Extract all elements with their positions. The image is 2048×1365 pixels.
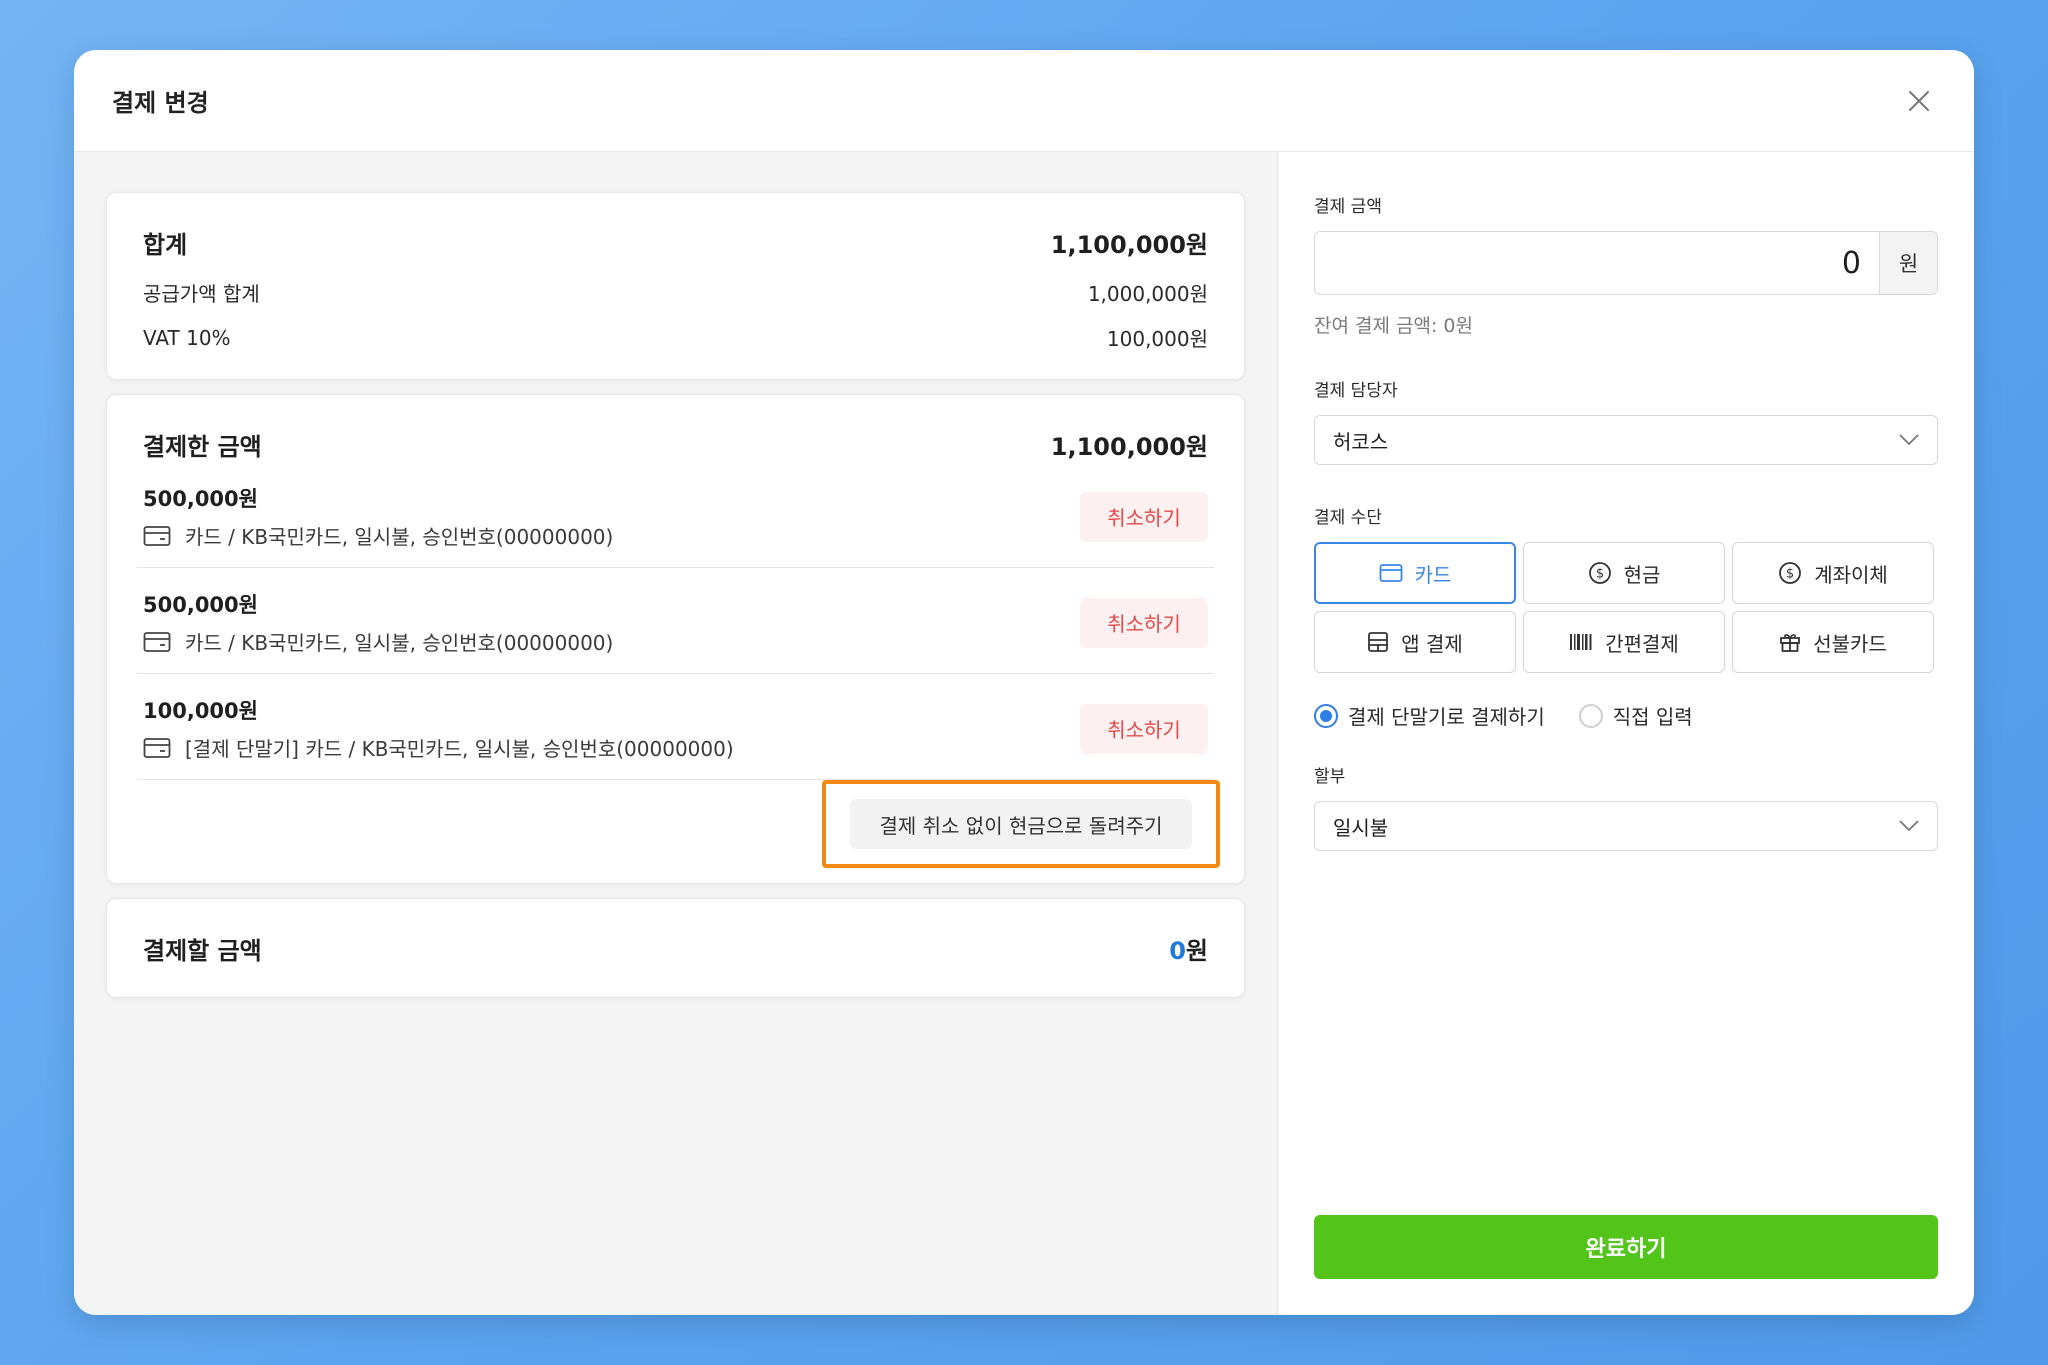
amount-field-group: 원 [1314, 231, 1938, 295]
modal-header: 결제 변경 [74, 50, 1974, 152]
paid-total: 1,100,000원 [1050, 433, 1208, 461]
paid-card: 결제한 금액 1,100,000원 500,000원 카드 / KB국민카드, … [106, 394, 1245, 884]
method-cash-button[interactable]: $ 현금 [1523, 542, 1725, 604]
payment-detail: 카드 / KB국민카드, 일시불, 승인번호(00000000) [185, 631, 614, 655]
cancel-payment-button[interactable]: 취소하기 [1080, 597, 1208, 648]
complete-button[interactable]: 완료하기 [1314, 1215, 1938, 1279]
payment-mode-radio-group: 결제 단말기로 결제하기 직접 입력 [1314, 701, 1938, 730]
manager-select[interactable]: 허코스 [1314, 415, 1938, 465]
radio-terminal[interactable] [1314, 703, 1338, 728]
method-app-button[interactable]: 앱 결제 [1314, 611, 1516, 673]
installment-select[interactable]: 일시불 [1314, 801, 1938, 851]
remaining-amount: 잔여 결제 금액: 0원 [1314, 315, 1473, 337]
payment-item: 500,000원 카드 / KB국민카드, 일시불, 승인번호(00000000… [137, 568, 1214, 674]
payment-item: 500,000원 카드 / KB국민카드, 일시불, 승인번호(00000000… [137, 462, 1214, 568]
chevron-down-icon [1899, 434, 1919, 446]
gift-icon [1780, 634, 1801, 652]
method-card-label: 카드 [1414, 562, 1452, 587]
dollar-icon: $ [1779, 562, 1802, 584]
method-cash-label: 현금 [1623, 562, 1661, 587]
app-icon [1368, 632, 1389, 652]
payment-amount: 500,000원 [143, 487, 258, 511]
payment-amount: 500,000원 [143, 593, 258, 617]
payment-item: 100,000원 [결제 단말기] 카드 / KB국민카드, 일시불, 승인번호… [137, 674, 1214, 780]
summary-total: 1,100,000원 [1050, 231, 1208, 259]
installment-label: 할부 [1314, 767, 1346, 787]
radio-terminal-label: 결제 단말기로 결제하기 [1348, 705, 1545, 729]
method-grid: 카드 $ 현금 $ 계좌이체 앱 결제 간편결제 선불카드 [1314, 542, 1938, 673]
method-easy-pay-label: 간편결제 [1605, 631, 1679, 656]
vat-label: VAT 10% [143, 325, 231, 350]
svg-text:$: $ [1595, 567, 1603, 582]
card-icon [143, 525, 171, 546]
amount-label: 결제 금액 [1314, 197, 1382, 217]
method-label: 결제 수단 [1314, 508, 1382, 528]
method-app-label: 앱 결제 [1401, 631, 1463, 656]
refund-cash-button[interactable]: 결제 취소 없이 현금으로 돌려주기 [850, 799, 1192, 849]
cancel-payment-button[interactable]: 취소하기 [1080, 491, 1208, 542]
manager-value: 허코스 [1333, 429, 1389, 454]
amount-input[interactable] [1315, 232, 1879, 294]
cancel-payment-button[interactable]: 취소하기 [1080, 703, 1208, 754]
right-panel: 결제 금액 원 잔여 결제 금액: 0원 결제 담당자 허코스 결제 수단 카드 [1278, 152, 1974, 1315]
summary-card: 합계 1,100,000원 공급가액 합계 1,000,000원 VAT 10%… [106, 192, 1245, 380]
card-icon [143, 737, 171, 758]
payment-detail: 카드 / KB국민카드, 일시불, 승인번호(00000000) [185, 525, 614, 549]
payment-detail: [결제 단말기] 카드 / KB국민카드, 일시불, 승인번호(00000000… [185, 737, 734, 761]
radio-manual[interactable] [1578, 703, 1603, 728]
due-card: 결제할 금액 0원 [106, 898, 1245, 998]
paid-title: 결제한 금액 [143, 433, 262, 461]
close-icon [1909, 90, 1929, 111]
method-transfer-button[interactable]: $ 계좌이체 [1732, 542, 1934, 604]
manager-label: 결제 담당자 [1314, 381, 1398, 401]
due-amount: 0원 [1169, 931, 1208, 966]
left-panel: 합계 1,100,000원 공급가액 합계 1,000,000원 VAT 10%… [74, 152, 1278, 1315]
due-amount-number: 0 [1169, 936, 1186, 965]
close-button[interactable] [1902, 84, 1936, 118]
modal-title: 결제 변경 [112, 89, 209, 117]
supply-label: 공급가액 합계 [143, 282, 260, 306]
due-title: 결제할 금액 [143, 936, 262, 965]
radio-manual-label: 직접 입력 [1612, 705, 1693, 729]
barcode-icon [1570, 634, 1592, 650]
method-prepaid-label: 선불카드 [1813, 631, 1887, 656]
card-icon [143, 631, 171, 652]
summary-title: 합계 [143, 231, 188, 259]
method-transfer-label: 계좌이체 [1814, 562, 1888, 587]
amount-unit: 원 [1879, 232, 1937, 294]
installment-value: 일시불 [1333, 815, 1389, 840]
dollar-icon: $ [1588, 562, 1611, 584]
payment-change-modal: 결제 변경 합계 1,100,000원 공급가액 합계 1,000,000원 V… [74, 50, 1974, 1315]
method-easy-pay-button[interactable]: 간편결제 [1523, 611, 1725, 673]
supply-value: 1,000,000원 [1087, 282, 1208, 306]
card-icon [1379, 564, 1402, 582]
chevron-down-icon [1899, 820, 1919, 832]
refund-highlight: 결제 취소 없이 현금으로 돌려주기 [822, 780, 1220, 868]
payment-amount: 100,000원 [143, 699, 258, 723]
method-prepaid-button[interactable]: 선불카드 [1732, 611, 1934, 673]
vat-value: 100,000원 [1106, 327, 1208, 351]
svg-text:$: $ [1786, 567, 1794, 582]
due-amount-unit: 원 [1185, 936, 1208, 965]
method-card-button[interactable]: 카드 [1314, 542, 1516, 604]
